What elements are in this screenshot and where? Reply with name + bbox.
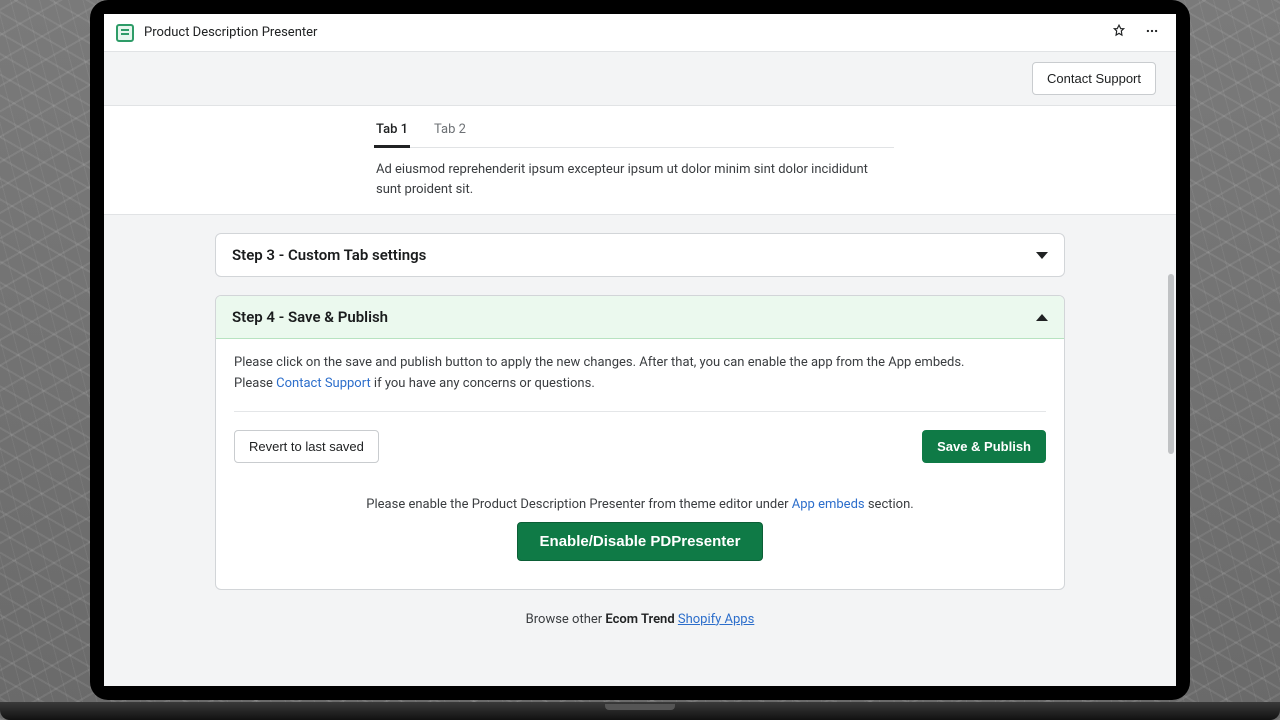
step4-header[interactable]: Step 4 - Save & Publish xyxy=(216,296,1064,339)
more-icon[interactable] xyxy=(1140,19,1164,46)
laptop-base xyxy=(0,702,1280,720)
footer-before: Browse other xyxy=(526,612,606,627)
step4-line2-after: if you have any concerns or questions. xyxy=(371,376,595,391)
step4-title: Step 4 - Save & Publish xyxy=(232,308,388,326)
main-area: Step 3 - Custom Tab settings Step 4 - Sa… xyxy=(104,215,1176,647)
top-bar: Product Description Presenter xyxy=(104,14,1176,52)
scrollbar-track[interactable] xyxy=(1168,74,1174,676)
step4-instructions: Please click on the save and publish but… xyxy=(234,353,1046,395)
divider xyxy=(234,411,1046,412)
step3-title: Step 3 - Custom Tab settings xyxy=(232,246,426,264)
contact-support-button[interactable]: Contact Support xyxy=(1032,62,1156,95)
enable-disable-button[interactable]: Enable/Disable PDPresenter xyxy=(517,522,764,561)
step4-line1: Please click on the save and publish but… xyxy=(234,355,964,370)
step3-header[interactable]: Step 3 - Custom Tab settings xyxy=(216,234,1064,276)
pin-icon[interactable] xyxy=(1108,19,1130,46)
save-publish-button[interactable]: Save & Publish xyxy=(922,430,1046,463)
header-row: Contact Support xyxy=(104,52,1176,106)
footer-brand: Ecom Trend xyxy=(605,612,674,627)
revert-button[interactable]: Revert to last saved xyxy=(234,430,379,463)
enable-note-before: Please enable the Product Description Pr… xyxy=(366,497,791,512)
step4-actions: Revert to last saved Save & Publish xyxy=(234,430,1046,463)
scrollbar-thumb[interactable] xyxy=(1168,274,1174,454)
enable-note: Please enable the Product Description Pr… xyxy=(234,497,1046,512)
enable-note-after: section. xyxy=(865,497,914,512)
laptop-frame: Product Description Presenter Contact Su… xyxy=(90,0,1190,700)
tab-content: Ad eiusmod reprehenderit ipsum excepteur… xyxy=(374,148,874,200)
contact-support-link[interactable]: Contact Support xyxy=(276,376,371,391)
step4-body: Please click on the save and publish but… xyxy=(216,339,1064,589)
chevron-down-icon xyxy=(1036,252,1048,259)
footer-line: Browse other Ecom Trend Shopify Apps xyxy=(104,612,1176,627)
tabs-preview-section: Tab 1 Tab 2 Ad eiusmod reprehenderit ips… xyxy=(104,106,1176,215)
step4-line2-before: Please xyxy=(234,376,276,391)
shopify-apps-link[interactable]: Shopify Apps xyxy=(678,612,754,627)
app-screen: Product Description Presenter Contact Su… xyxy=(104,14,1176,686)
app-embeds-link[interactable]: App embeds xyxy=(792,497,865,512)
tab-2[interactable]: Tab 2 xyxy=(432,116,468,147)
chevron-up-icon xyxy=(1036,314,1048,321)
step4-card: Step 4 - Save & Publish Please click on … xyxy=(215,295,1065,590)
app-title: Product Description Presenter xyxy=(144,25,317,40)
app-logo-icon xyxy=(116,24,134,42)
step3-card: Step 3 - Custom Tab settings xyxy=(215,233,1065,277)
tabs-row: Tab 1 Tab 2 xyxy=(374,106,894,148)
tab-1[interactable]: Tab 1 xyxy=(374,116,410,148)
